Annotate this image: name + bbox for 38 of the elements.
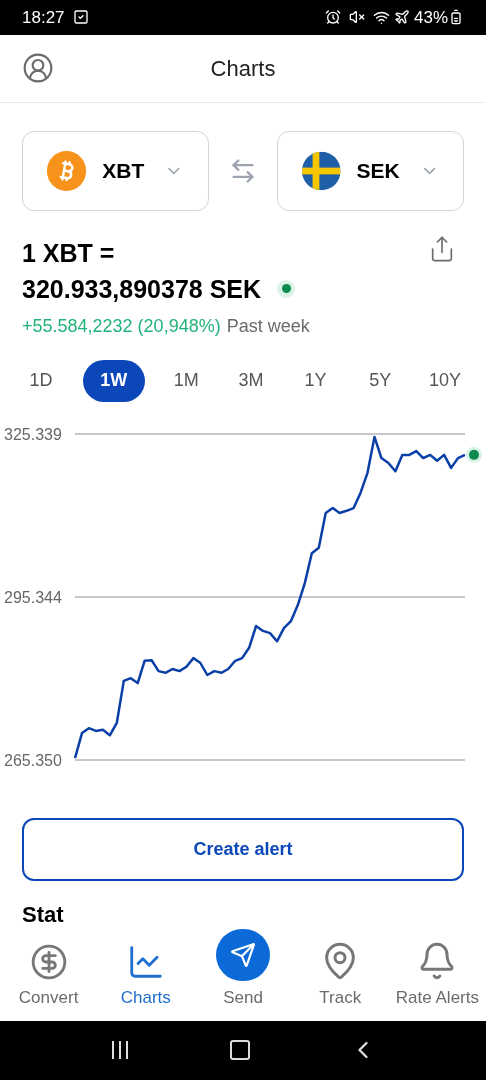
currency-selector[interactable]: XBT [22, 130, 209, 211]
period-label: Past week [226, 314, 310, 338]
alarm-icon [324, 9, 341, 26]
mute-icon [348, 9, 365, 26]
period-tab[interactable]: 1Y [292, 359, 339, 402]
section-heading: Stat [22, 901, 64, 927]
period-tab[interactable]: 1D [18, 359, 64, 402]
battery-icon [448, 9, 464, 26]
create-alert-button[interactable]: Create alert [22, 817, 464, 881]
nav-item[interactable]: Send [194, 928, 292, 1021]
rate-heading: 1 XBT = [22, 237, 116, 269]
nav-item[interactable]: Convert [0, 928, 98, 1021]
period-tab[interactable]: 1W [82, 359, 145, 402]
profile-icon[interactable] [22, 52, 54, 85]
live-indicator-icon [277, 279, 296, 298]
axis-label: 295.344 [4, 588, 62, 606]
period-tab[interactable]: 3M [227, 359, 274, 402]
rate-change: +55.584,2232 (20,948%) [22, 314, 221, 338]
nav-item[interactable]: Track [291, 928, 389, 1021]
home-icon[interactable] [228, 1038, 252, 1063]
airplane-icon [393, 9, 410, 26]
period-tab[interactable]: 10Y [421, 359, 468, 402]
bitcoin-logo-icon [47, 150, 87, 191]
coins-icon [29, 943, 68, 982]
status-time: 18:27 [22, 6, 65, 29]
rate-value: 320.933,890378 SEK [22, 273, 262, 305]
period-tab[interactable]: 1M [163, 359, 210, 402]
current-point-marker [466, 446, 482, 463]
nav-item[interactable]: Charts [97, 928, 195, 1021]
nav-item[interactable]: Rate Alerts [388, 928, 486, 1021]
notification-icon [72, 9, 89, 26]
currency-selector[interactable]: SEK [277, 130, 464, 211]
page-title: Charts [210, 54, 276, 83]
battery-percent: 43% [413, 6, 448, 29]
period-tab[interactable]: 5Y [357, 359, 404, 402]
axis-label: 265.350 [4, 751, 62, 768]
flag-icon [302, 150, 341, 191]
axis-label: 325.339 [4, 425, 62, 443]
